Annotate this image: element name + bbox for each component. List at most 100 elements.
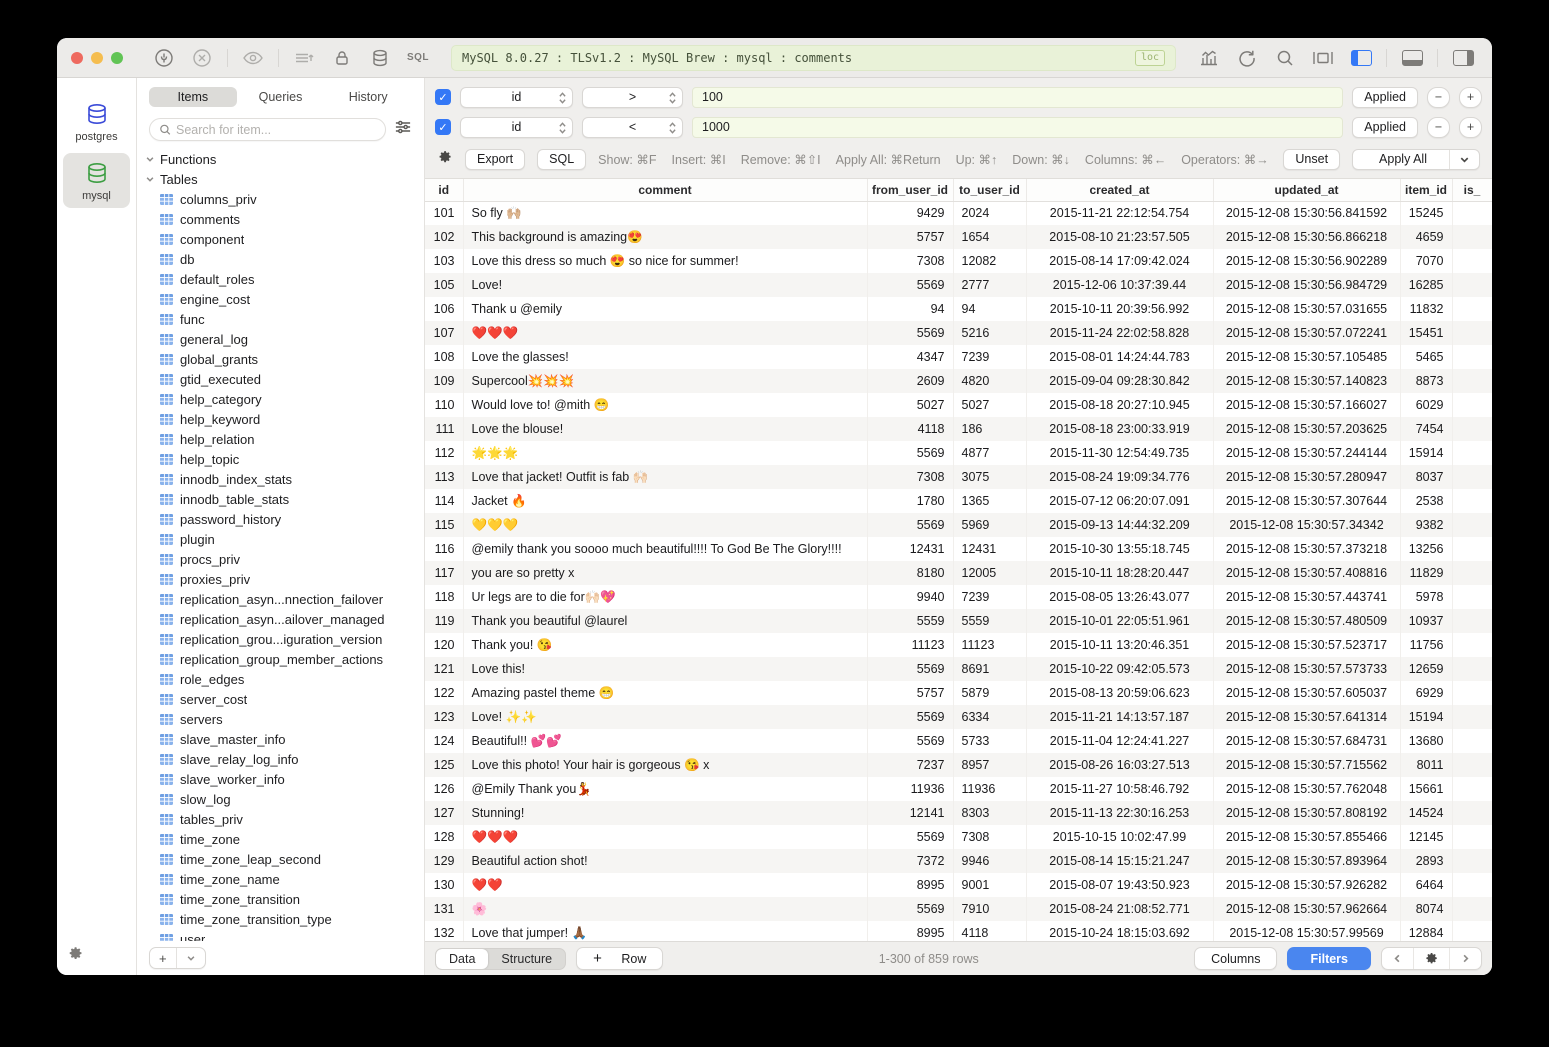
grid-cell[interactable]: 2015-12-08 15:30:56.984729 bbox=[1213, 273, 1400, 297]
grid-cell[interactable]: 2015-12-08 15:30:57.480509 bbox=[1213, 609, 1400, 633]
grid-cell[interactable]: Love! bbox=[463, 273, 867, 297]
sidebar-table-item[interactable]: help_category bbox=[137, 389, 424, 409]
grid-cell[interactable] bbox=[1452, 321, 1492, 345]
next-page-button[interactable] bbox=[1449, 948, 1481, 969]
sidebar-table-item[interactable]: time_zone_transition bbox=[137, 889, 424, 909]
grid-cell[interactable]: 7910 bbox=[953, 897, 1026, 921]
filter-enabled-checkbox[interactable]: ✓ bbox=[435, 89, 451, 105]
filter-value-input[interactable] bbox=[692, 117, 1343, 138]
grid-column-header[interactable]: item_id bbox=[1400, 179, 1452, 201]
grid-cell[interactable] bbox=[1452, 849, 1492, 873]
grid-cell[interactable]: 16285 bbox=[1400, 273, 1452, 297]
grid-cell[interactable]: 5569 bbox=[867, 705, 953, 729]
grid-cell[interactable]: 7454 bbox=[1400, 417, 1452, 441]
sidebar-table-item[interactable]: servers bbox=[137, 709, 424, 729]
grid-cell[interactable]: 12431 bbox=[953, 537, 1026, 561]
process-chart-icon[interactable] bbox=[1194, 46, 1224, 70]
grid-cell[interactable]: 1654 bbox=[953, 225, 1026, 249]
grid-cell[interactable]: ❤️❤️❤️ bbox=[463, 321, 867, 345]
grid-cell[interactable]: Beautiful!! 💕💕 bbox=[463, 729, 867, 753]
grid-cell[interactable]: 2015-10-11 20:39:56.992 bbox=[1026, 297, 1213, 321]
grid-cell[interactable]: 3075 bbox=[953, 465, 1026, 489]
grid-cell[interactable]: 2015-08-13 20:59:06.623 bbox=[1026, 681, 1213, 705]
grid-cell[interactable]: So fly 🙌🏼 bbox=[463, 201, 867, 225]
grid-cell[interactable]: 2015-12-08 15:30:57.280947 bbox=[1213, 465, 1400, 489]
grid-cell[interactable] bbox=[1452, 777, 1492, 801]
grid-cell[interactable]: Would love to! @mith 😁 bbox=[463, 393, 867, 417]
grid-cell[interactable] bbox=[1452, 657, 1492, 681]
sidebar-table-item[interactable]: innodb_table_stats bbox=[137, 489, 424, 509]
sidebar-table-item[interactable]: password_history bbox=[137, 509, 424, 529]
grid-cell[interactable]: 11936 bbox=[953, 777, 1026, 801]
grid-cell[interactable]: 15661 bbox=[1400, 777, 1452, 801]
pending-changes-icon[interactable] bbox=[289, 46, 319, 70]
grid-cell[interactable]: 2015-12-08 15:30:57.140823 bbox=[1213, 369, 1400, 393]
grid-cell[interactable]: 4118 bbox=[953, 921, 1026, 941]
grid-cell[interactable]: 5559 bbox=[953, 609, 1026, 633]
grid-cell[interactable]: 103 bbox=[425, 249, 463, 273]
sidebar-table-item[interactable]: user bbox=[137, 929, 424, 941]
grid-cell[interactable] bbox=[1452, 417, 1492, 441]
grid-cell[interactable]: 2015-12-08 15:30:57.684731 bbox=[1213, 729, 1400, 753]
grid-cell[interactable]: 2015-08-26 16:03:27.513 bbox=[1026, 753, 1213, 777]
grid-cell[interactable]: 8011 bbox=[1400, 753, 1452, 777]
grid-cell[interactable]: 2015-12-08 15:30:57.031655 bbox=[1213, 297, 1400, 321]
grid-cell[interactable]: 2015-11-27 10:58:46.792 bbox=[1026, 777, 1213, 801]
filters-button[interactable]: Filters bbox=[1287, 947, 1371, 970]
grid-cell[interactable]: 12884 bbox=[1400, 921, 1452, 941]
grid-cell[interactable]: 5978 bbox=[1400, 585, 1452, 609]
grid-cell[interactable]: 2015-10-22 09:42:05.573 bbox=[1026, 657, 1213, 681]
grid-cell[interactable] bbox=[1452, 225, 1492, 249]
sidebar-table-item[interactable]: replication_asyn...nnection_failover bbox=[137, 589, 424, 609]
grid-cell[interactable]: 5569 bbox=[867, 321, 953, 345]
grid-cell[interactable]: 2015-10-11 18:28:20.447 bbox=[1026, 561, 1213, 585]
grid-cell[interactable]: 2015-12-08 15:30:57.34342 bbox=[1213, 513, 1400, 537]
grid-cell[interactable]: 5879 bbox=[953, 681, 1026, 705]
grid-cell[interactable]: Supercool💥💥💥 bbox=[463, 369, 867, 393]
grid-cell[interactable] bbox=[1452, 489, 1492, 513]
grid-cell[interactable]: 5757 bbox=[867, 681, 953, 705]
grid-cell[interactable]: 5027 bbox=[953, 393, 1026, 417]
grid-cell[interactable]: 2015-10-11 13:20:46.351 bbox=[1026, 633, 1213, 657]
grid-cell[interactable]: 2015-08-14 15:15:21.247 bbox=[1026, 849, 1213, 873]
grid-cell[interactable]: 11123 bbox=[953, 633, 1026, 657]
grid-cell[interactable]: 4347 bbox=[867, 345, 953, 369]
refresh-icon[interactable] bbox=[1232, 46, 1262, 70]
grid-cell[interactable]: 2015-12-08 15:30:57.443741 bbox=[1213, 585, 1400, 609]
sql-button[interactable]: SQL bbox=[537, 149, 586, 170]
grid-cell[interactable]: 2015-07-12 06:20:07.091 bbox=[1026, 489, 1213, 513]
grid-cell[interactable] bbox=[1452, 585, 1492, 609]
filter-applied-button[interactable]: Applied bbox=[1352, 87, 1418, 108]
grid-cell[interactable]: 11829 bbox=[1400, 561, 1452, 585]
grid-cell[interactable]: 111 bbox=[425, 417, 463, 441]
grid-cell[interactable]: 2015-08-24 19:09:34.776 bbox=[1026, 465, 1213, 489]
grid-cell[interactable]: 6929 bbox=[1400, 681, 1452, 705]
sidebar-table-item[interactable]: db bbox=[137, 249, 424, 269]
grid-cell[interactable]: 114 bbox=[425, 489, 463, 513]
grid-cell[interactable]: 2609 bbox=[867, 369, 953, 393]
grid-cell[interactable]: Thank u @emily bbox=[463, 297, 867, 321]
filter-settings-gear-icon[interactable] bbox=[437, 149, 453, 170]
grid-cell[interactable]: 5569 bbox=[867, 825, 953, 849]
grid-cell[interactable] bbox=[1452, 465, 1492, 489]
grid-cell[interactable]: 8957 bbox=[953, 753, 1026, 777]
grid-cell[interactable]: 115 bbox=[425, 513, 463, 537]
tab-history[interactable]: History bbox=[324, 87, 412, 107]
grid-cell[interactable]: 2015-11-30 12:54:49.735 bbox=[1026, 441, 1213, 465]
grid-cell[interactable]: 120 bbox=[425, 633, 463, 657]
grid-cell[interactable]: 7308 bbox=[953, 825, 1026, 849]
grid-cell[interactable]: 2015-11-21 14:13:57.187 bbox=[1026, 705, 1213, 729]
grid-cell[interactable]: 9429 bbox=[867, 201, 953, 225]
grid-cell[interactable]: 7372 bbox=[867, 849, 953, 873]
grid-cell[interactable]: 💛💛💛 bbox=[463, 513, 867, 537]
filter-options-icon[interactable] bbox=[394, 119, 412, 140]
add-filter-button[interactable]: + bbox=[1459, 117, 1482, 138]
grid-cell[interactable] bbox=[1452, 297, 1492, 321]
grid-cell[interactable]: 2538 bbox=[1400, 489, 1452, 513]
grid-cell[interactable]: Amazing pastel theme 😁 bbox=[463, 681, 867, 705]
connection-item-mysql[interactable]: mysql bbox=[63, 153, 130, 208]
grid-cell[interactable]: 5569 bbox=[867, 897, 953, 921]
grid-cell[interactable]: 8691 bbox=[953, 657, 1026, 681]
grid-cell[interactable]: 110 bbox=[425, 393, 463, 417]
sidebar-table-item[interactable]: innodb_index_stats bbox=[137, 469, 424, 489]
